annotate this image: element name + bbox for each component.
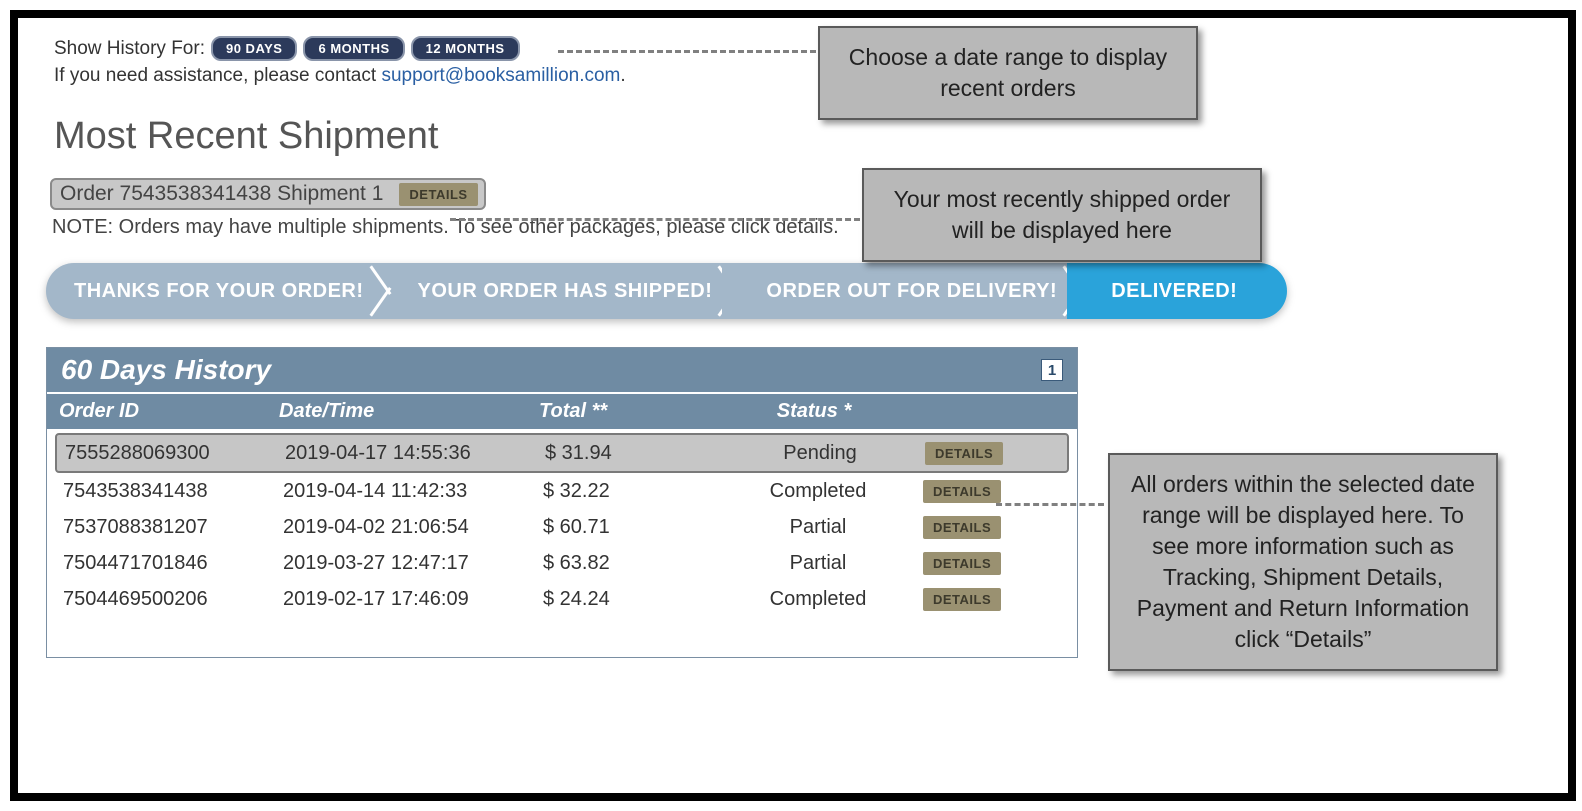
step-label: ORDER OUT FOR DELIVERY!	[766, 280, 1057, 303]
row-details-button[interactable]: DETAILS	[923, 516, 1001, 539]
step-delivered: DELIVERED!	[1067, 263, 1287, 319]
cell-datetime: 2019-02-17 17:46:09	[283, 588, 543, 611]
col-datetime: Date/Time	[279, 400, 539, 423]
table-row: 75370883812072019-04-02 21:06:54$ 60.71P…	[55, 509, 1069, 545]
step-label: YOUR ORDER HAS SHIPPED!	[418, 280, 713, 303]
col-order-id: Order ID	[59, 400, 279, 423]
table-row: 75435383414382019-04-14 11:42:33$ 32.22C…	[55, 473, 1069, 509]
connector-line	[450, 218, 860, 221]
step-label: DELIVERED!	[1111, 280, 1237, 303]
history-header-row: Order ID Date/Time Total ** Status *	[47, 392, 1077, 429]
cell-order-id: 7504471701846	[63, 552, 283, 575]
cell-datetime: 2019-04-02 21:06:54	[283, 516, 543, 539]
recent-shipment-text: Order 7543538341438 Shipment 1	[60, 182, 383, 206]
cell-total: $ 32.22	[543, 480, 713, 503]
history-title: 60 Days History	[61, 354, 271, 386]
cell-status: Partial	[713, 516, 923, 539]
history-page-1[interactable]: 1	[1041, 359, 1063, 381]
cell-order-id: 7543538341438	[63, 480, 283, 503]
step-shipped: YOUR ORDER HAS SHIPPED!	[374, 263, 749, 319]
cell-datetime: 2019-04-14 11:42:33	[283, 480, 543, 503]
table-row: 75044717018462019-03-27 12:47:17$ 63.82P…	[55, 545, 1069, 581]
shipment-details-button[interactable]: DETAILS	[399, 183, 477, 206]
cell-total: $ 31.94	[545, 442, 715, 465]
cell-order-id: 7555288069300	[65, 442, 285, 465]
row-details-button[interactable]: DETAILS	[923, 480, 1001, 503]
shipment-progress: THANKS FOR YOUR ORDER! YOUR ORDER HAS SH…	[46, 263, 1540, 319]
page-title: Most Recent Shipment	[54, 115, 1540, 158]
assistance-prefix: If you need assistance, please contact	[54, 65, 381, 86]
step-out-for-delivery: ORDER OUT FOR DELIVERY!	[722, 263, 1093, 319]
cell-total: $ 24.24	[543, 588, 713, 611]
callout-date-range: Choose a date range to display recent or…	[818, 26, 1198, 120]
cell-order-id: 7504469500206	[63, 588, 283, 611]
cell-total: $ 63.82	[543, 552, 713, 575]
table-row: 75552880693002019-04-17 14:55:36$ 31.94P…	[55, 433, 1069, 473]
row-details-button[interactable]: DETAILS	[923, 588, 1001, 611]
cell-datetime: 2019-04-17 14:55:36	[285, 442, 545, 465]
row-details-button[interactable]: DETAILS	[923, 552, 1001, 575]
table-row: 75044695002062019-02-17 17:46:09$ 24.24C…	[55, 581, 1069, 617]
cell-status: Partial	[713, 552, 923, 575]
connector-line	[996, 503, 1104, 506]
step-label: THANKS FOR YOUR ORDER!	[74, 280, 364, 303]
col-total: Total **	[539, 400, 709, 423]
filter-90-days[interactable]: 90 DAYS	[211, 36, 298, 61]
cell-total: $ 60.71	[543, 516, 713, 539]
step-thanks: THANKS FOR YOUR ORDER!	[46, 263, 400, 319]
order-history-panel: 60 Days History 1 Order ID Date/Time Tot…	[46, 347, 1078, 658]
cell-status: Pending	[715, 442, 925, 465]
assistance-suffix: .	[620, 65, 625, 86]
assistance-text: If you need assistance, please contact s…	[54, 65, 1540, 87]
col-status: Status *	[709, 400, 919, 423]
cell-status: Completed	[713, 588, 923, 611]
history-filter-label: Show History For:	[54, 38, 205, 60]
callout-recent-order: Your most recently shipped order will be…	[862, 168, 1262, 262]
filter-6-months[interactable]: 6 MONTHS	[303, 36, 404, 61]
cell-status: Completed	[713, 480, 923, 503]
filter-12-months[interactable]: 12 MONTHS	[411, 36, 520, 61]
cell-datetime: 2019-03-27 12:47:17	[283, 552, 543, 575]
support-email-link[interactable]: support@booksamillion.com	[381, 65, 620, 86]
row-details-button[interactable]: DETAILS	[925, 442, 1003, 465]
recent-shipment-summary: Order 7543538341438 Shipment 1 DETAILS	[50, 178, 486, 210]
connector-line	[558, 50, 816, 53]
callout-order-list: All orders within the selected date rang…	[1108, 453, 1498, 671]
cell-order-id: 7537088381207	[63, 516, 283, 539]
